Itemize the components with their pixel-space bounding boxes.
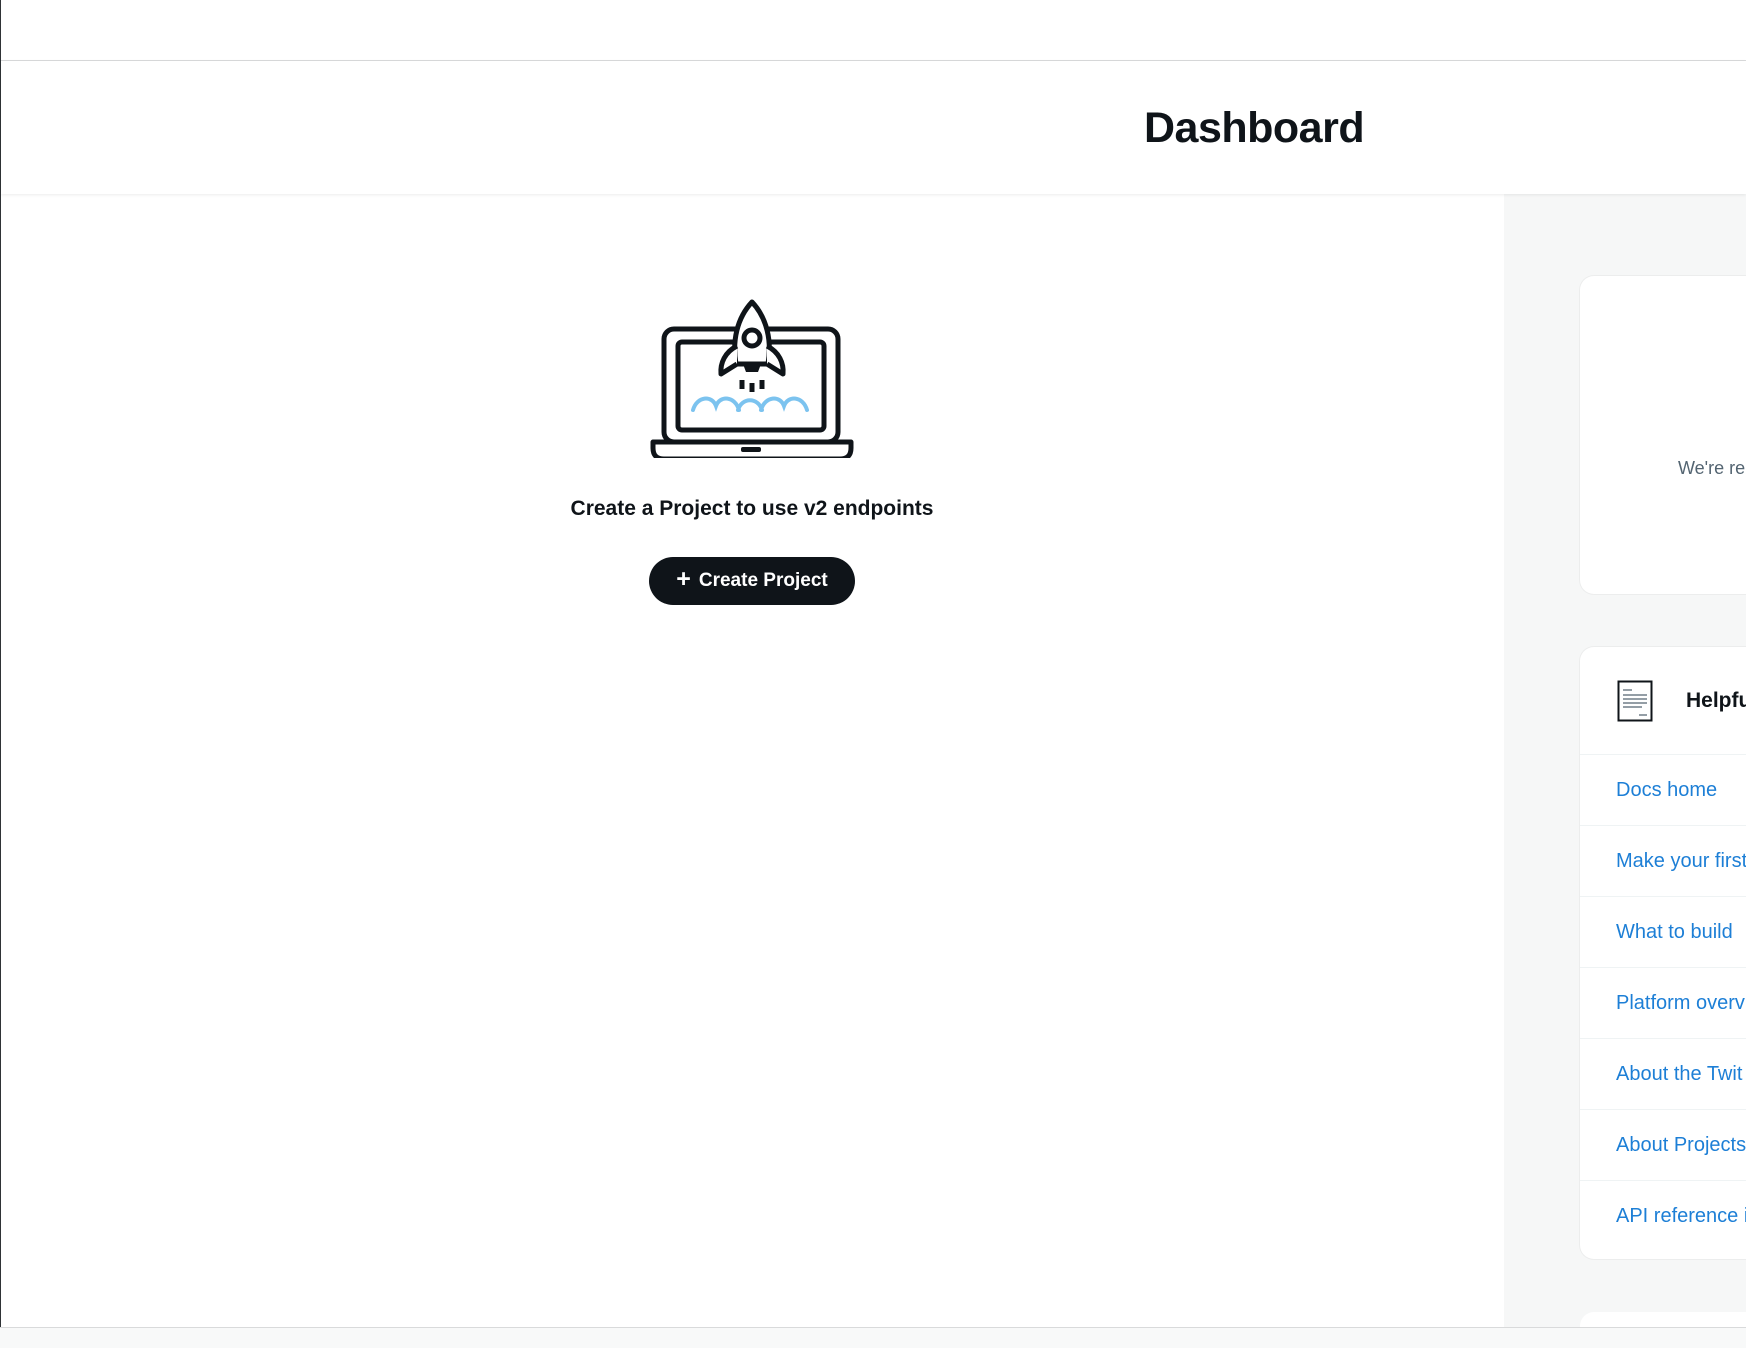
docs-link-about-projects[interactable]: About Projects (1580, 1110, 1746, 1181)
helpful-docs-card: Helpfu Docs home Make your first What to… (1580, 647, 1746, 1259)
empty-projects-state: Create a Project to use v2 endpoints + C… (552, 298, 952, 605)
document-icon (1617, 680, 1653, 721)
top-bar (1, 0, 1746, 61)
empty-state-message: Create a Project to use v2 endpoints (570, 497, 934, 520)
page-header (1, 61, 1746, 194)
docs-link-what-to-build[interactable]: What to build (1580, 897, 1746, 968)
create-project-button[interactable]: + Create Project (649, 557, 855, 605)
plus-icon: + (676, 565, 691, 593)
create-project-label: Create Project (698, 570, 828, 591)
page-title: Dashboard (1144, 104, 1365, 152)
notice-text: We're re (1678, 458, 1746, 478)
docs-link-platform-overview[interactable]: Platform overv (1580, 968, 1746, 1039)
docs-link-first-request[interactable]: Make your first (1580, 826, 1746, 897)
docs-card-title: Helpfu (1686, 688, 1746, 712)
laptop-rocket-icon (650, 299, 854, 458)
dashboard-screen: Dashboard Create a Project to use v2 end… (0, 0, 1746, 1348)
docs-link-docs-home[interactable]: Docs home (1580, 755, 1746, 826)
docs-link-about-twitter[interactable]: About the Twit (1580, 1039, 1746, 1110)
bottom-strip (0, 1327, 1746, 1348)
docs-card-header: Helpfu (1580, 647, 1746, 755)
sidebar-notice-card: We're re (1580, 276, 1746, 594)
docs-link-api-reference[interactable]: API reference i (1580, 1181, 1746, 1251)
